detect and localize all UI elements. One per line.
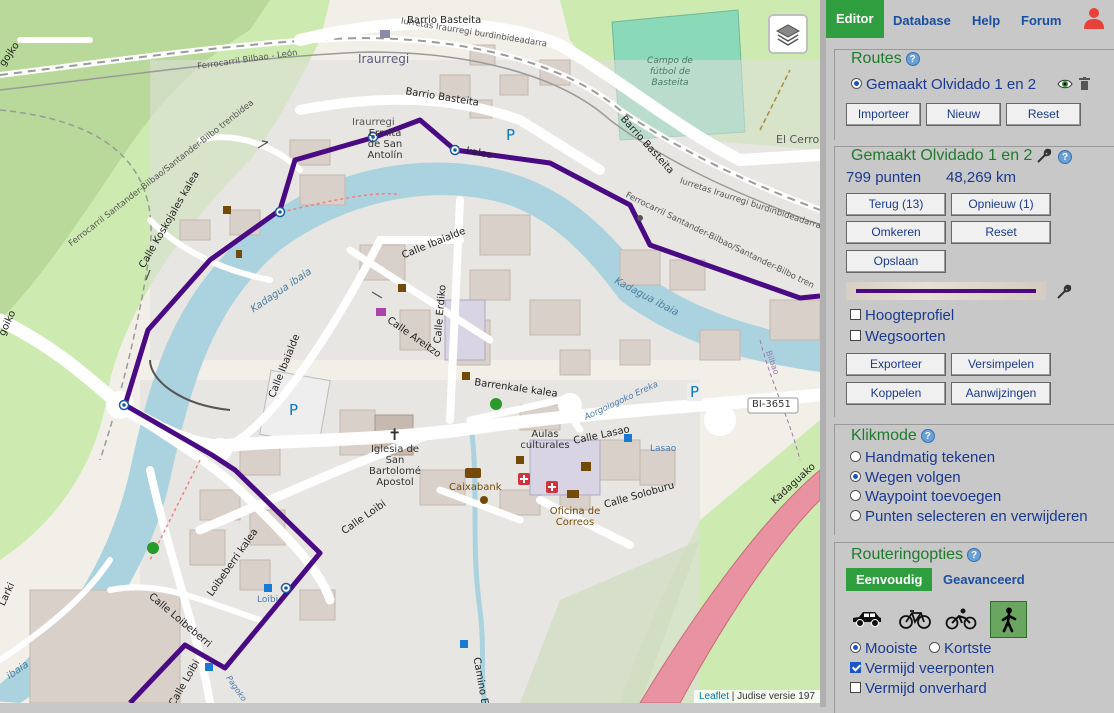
import-button[interactable]: Importeer — [846, 103, 921, 126]
eye-icon[interactable] — [1057, 78, 1073, 90]
click-mode-radio[interactable] — [850, 451, 861, 462]
building-label: Aulas culturales — [520, 429, 570, 451]
map-attribution: Leaflet | Judise versie 197 — [693, 690, 820, 703]
road-types-checkbox[interactable] — [850, 330, 861, 341]
map-tiles: ✝ — [0, 0, 820, 703]
layers-button[interactable] — [768, 14, 808, 54]
route-detail-title: Gemaakt Olvidado 1 en 2 — [851, 147, 1033, 164]
layers-icon — [775, 24, 801, 46]
reset-routes-button[interactable]: Reset — [1006, 103, 1081, 126]
bicycle-icon — [899, 610, 931, 629]
map-view[interactable]: ✝ Barrio Basteita Barrio Basteita Barrio… — [0, 0, 820, 703]
save-button[interactable]: Opslaan — [846, 250, 946, 273]
tab-advanced[interactable]: Geavanceerd — [943, 568, 1025, 591]
directions-button[interactable]: Aanwijzingen — [951, 382, 1051, 405]
station-label: Iraurregi — [358, 52, 410, 66]
pedestrian-profile-button[interactable] — [990, 601, 1027, 638]
mountain-bike-profile-button[interactable] — [944, 602, 978, 636]
route-distance: 48,269 km — [946, 169, 1017, 186]
main-tabs: Editor Database Help Forum — [826, 0, 1114, 38]
route-radio[interactable] — [851, 78, 862, 89]
church-label: Iglesia de San Bartolomé Apostol — [369, 444, 421, 488]
tab-forum[interactable]: Forum — [1021, 4, 1061, 38]
help-icon[interactable]: ? — [905, 52, 920, 66]
post-office-label: Oficina de Correos — [549, 506, 601, 528]
version-text: | Judise versie 197 — [729, 691, 815, 702]
height-profile-option[interactable]: Hoogteprofiel — [850, 307, 954, 324]
help-icon[interactable]: ? — [967, 548, 982, 562]
pedestrian-icon — [1001, 607, 1016, 632]
road-ref-label: BI-3651 — [752, 399, 791, 410]
tab-help[interactable]: Help — [972, 4, 1000, 38]
avoid-unpaved-checkbox[interactable] — [850, 682, 861, 693]
parking-icon: P — [289, 401, 299, 419]
car-profile-button[interactable] — [850, 602, 884, 636]
click-mode-title: Klikmode? — [851, 427, 935, 445]
wrench-icon[interactable] — [1056, 284, 1072, 300]
export-button[interactable]: Exporteer — [846, 353, 946, 376]
parking-icon: P — [687, 383, 703, 401]
shortest-radio[interactable] — [929, 642, 940, 653]
undo-button[interactable]: Terug (13) — [846, 193, 946, 216]
avoid-ferries-checkbox[interactable] — [850, 662, 861, 673]
parking-icon: P — [506, 126, 516, 144]
trash-icon[interactable] — [1079, 77, 1090, 91]
help-icon[interactable]: ? — [1058, 150, 1072, 164]
click-mode-radio[interactable] — [850, 490, 861, 501]
tab-editor[interactable]: Editor — [826, 0, 884, 38]
redo-button[interactable]: Opnieuw (1) — [951, 193, 1051, 216]
help-icon[interactable]: ? — [920, 429, 935, 443]
mountain-bike-icon — [945, 608, 977, 630]
football-field-label: Campo de fútbol de Basteita — [647, 56, 693, 88]
height-profile-checkbox[interactable] — [850, 309, 861, 320]
routing-title: Routeringopties? — [851, 546, 982, 564]
prettiest-option[interactable]: Mooiste — [850, 640, 918, 657]
car-icon — [853, 612, 881, 627]
leaflet-link[interactable]: Leaflet — [699, 691, 729, 702]
bus-stop-label: Loibi — [257, 595, 279, 605]
route-select[interactable]: Gemaakt Olvidado 1 en 2 — [851, 76, 1036, 93]
prettiest-radio[interactable] — [850, 642, 861, 653]
road-types-option[interactable]: Wegsoorten — [850, 328, 946, 345]
avoid-ferries-option[interactable]: Vermijd veerponten — [850, 660, 994, 677]
click-mode-option[interactable]: Wegen volgen — [850, 469, 961, 486]
svg-text:✝: ✝ — [388, 425, 401, 444]
click-mode-option[interactable]: Punten selecteren en verwijderen — [850, 508, 1088, 525]
side-panel: Editor Database Help Forum Routes? Gemaa… — [826, 0, 1114, 713]
reset-route-button[interactable]: Reset — [951, 221, 1051, 244]
bicycle-profile-button[interactable] — [898, 602, 932, 636]
user-icon[interactable] — [1084, 7, 1104, 29]
route-preview[interactable] — [846, 282, 1046, 300]
wrench-icon[interactable] — [1036, 148, 1052, 164]
new-route-button[interactable]: Nieuw — [926, 103, 1001, 126]
place-label: El Cerro — [776, 133, 820, 146]
avoid-unpaved-option[interactable]: Vermijd onverhard — [850, 680, 987, 697]
click-mode-radio[interactable] — [850, 509, 861, 521]
simplify-button[interactable]: Versimpelen — [951, 353, 1051, 376]
link-button[interactable]: Koppelen — [846, 382, 946, 405]
click-mode-option[interactable]: Handmatig tekenen — [850, 449, 995, 466]
tab-simple[interactable]: Eenvoudig — [846, 568, 933, 591]
routes-title: Routes? — [851, 50, 920, 68]
bus-stop-label: Lasao — [650, 444, 677, 454]
point-count: 799 punten — [846, 169, 922, 186]
chapel-label: Ermita de San Antolín — [367, 128, 403, 161]
click-mode-option[interactable]: Waypoint toevoegen — [850, 488, 1001, 505]
place-label: Iraurregi — [352, 117, 395, 128]
shortest-option[interactable]: Kortste — [929, 640, 992, 657]
reverse-button[interactable]: Omkeren — [846, 221, 946, 244]
click-mode-radio[interactable] — [850, 470, 861, 482]
tab-database[interactable]: Database — [893, 4, 951, 38]
bank-label: Caixabank — [449, 482, 502, 493]
